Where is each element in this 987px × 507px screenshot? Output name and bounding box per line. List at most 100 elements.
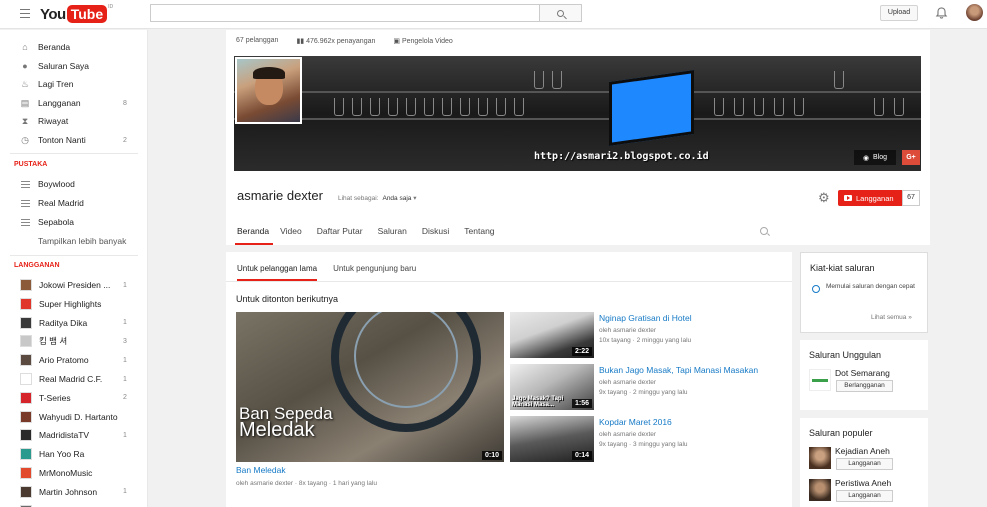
account-avatar[interactable] (966, 4, 983, 21)
video-manager-link[interactable]: ▣ Pengelola Video (393, 37, 452, 45)
video-title[interactable]: Nginap Gratisan di Hotel (599, 313, 692, 323)
sidebar-subscription-item[interactable]: Mo Vlogs (0, 502, 147, 507)
subscription-label: Raditya Dika (39, 317, 88, 328)
views-stat: ▮▮ 476.962x penayangan (296, 38, 376, 45)
menu-icon[interactable] (20, 9, 30, 18)
youtube-play-icon (844, 195, 852, 201)
featured-video-thumbnail[interactable]: Ban Sepeda Meledak 0:10 (236, 312, 504, 462)
channel-name[interactable]: Peristiwa Aneh (835, 478, 891, 488)
subscribe-button[interactable]: Langganan (836, 490, 893, 502)
tab-beranda[interactable]: Beranda (235, 226, 274, 245)
card-title: Saluran populer (809, 428, 873, 438)
channel-avatar (20, 279, 32, 291)
sidebar-item-saluran-saya[interactable]: ● Saluran Saya (0, 57, 147, 75)
video-title[interactable]: Kopdar Maret 2016 (599, 417, 672, 427)
tip-item[interactable]: Memulai saluran dengan cepat (826, 283, 916, 291)
tab-returning-subscribers[interactable]: Untuk pelanggan lama (237, 264, 318, 281)
sidebar-item-riwayat[interactable]: ⧗ Riwayat (0, 112, 147, 130)
view-as-selector[interactable]: Lihat sebagai: Anda saja ▾ (338, 194, 416, 202)
sidebar-subscription-item[interactable]: Ario Pratomo 1 (0, 351, 147, 369)
see-all-link[interactable]: Lihat semua » (871, 314, 912, 321)
sidebar-item-playlist[interactable]: Real Madrid (0, 194, 147, 212)
video-thumbnail[interactable]: 0:14 (510, 416, 594, 462)
sidebar-subscription-item[interactable]: 킴 뱀 셔 3 (0, 332, 147, 350)
tab-diskusi[interactable]: Diskusi (422, 226, 457, 245)
tab-tentang[interactable]: Tentang (464, 226, 502, 245)
search-icon (557, 9, 564, 17)
channel-avatar (20, 467, 32, 479)
channel-logo[interactable] (809, 479, 831, 501)
pustaka-heading: PUSTAKA (14, 161, 48, 168)
blog-link[interactable]: ◉ Blog (854, 150, 896, 165)
subscribe-button[interactable]: Langganan (836, 458, 893, 470)
gear-icon[interactable]: ⚙ (818, 191, 831, 204)
channel-item[interactable]: Dot Semarang Berlangganan (809, 366, 924, 396)
hourglass-icon: ⧗ (21, 115, 29, 126)
bell-icon[interactable] (935, 6, 948, 20)
subscribe-button[interactable]: Langganan (838, 190, 902, 206)
sidebar-item-playlist[interactable]: Boywlood (0, 175, 147, 193)
audience-tabs: Untuk pelanggan lama Untuk pengunjung ba… (237, 264, 416, 281)
tab-daftar-putar[interactable]: Daftar Putar (317, 226, 371, 245)
subscribe-button[interactable]: Berlangganan (836, 380, 893, 392)
video-item[interactable]: 2:22 Nginap Gratisan di Hotel oleh asmar… (510, 312, 790, 360)
sidebar-subscription-item[interactable]: Raditya Dika 1 (0, 314, 147, 332)
sidebar-subscription-item[interactable]: MadridistaTV 1 (0, 426, 147, 444)
sidebar-subscription-item[interactable]: Han Yoo Ra (0, 445, 147, 463)
banner-screen (609, 70, 694, 146)
video-thumbnail[interactable]: 2:22 (510, 312, 594, 358)
channel-name[interactable]: Dot Semarang (835, 368, 890, 378)
popular-channels-card: Saluran populer Kejadian Aneh Langganan … (800, 418, 928, 507)
sidebar-item-playlist[interactable]: Sepabola (0, 213, 147, 231)
channel-logo[interactable] (809, 369, 831, 391)
radio-icon[interactable] (812, 285, 820, 293)
channel-avatar[interactable] (235, 57, 302, 124)
sidebar-subscription-item[interactable]: Jokowi Presiden ... 1 (0, 276, 147, 294)
sidebar-subscription-item[interactable]: MrMonoMusic (0, 464, 147, 482)
channel-header: 67 pelanggan ▮▮ 476.962x penayangan ▣ Pe… (226, 30, 930, 245)
sidebar-subscription-item[interactable]: T-Series 2 (0, 389, 147, 407)
show-more-link[interactable]: Tampilkan lebih banyak (0, 232, 147, 250)
channel-name[interactable]: Kejadian Aneh (835, 446, 890, 456)
sidebar-item-beranda[interactable]: ⌂ Beranda (0, 38, 147, 56)
channel-stats: 67 pelanggan ▮▮ 476.962x penayangan ▣ Pe… (236, 37, 453, 45)
sidebar-subscription-item[interactable]: Super Highlights (0, 295, 147, 313)
featured-video-title[interactable]: Ban Meledak (236, 465, 286, 475)
sidebar-subscription-item[interactable]: Martin Johnson 1 (0, 483, 147, 501)
sidebar-subscription-item[interactable]: Real Madrid C.F. 1 (0, 370, 147, 388)
sidebar-item-langganan[interactable]: ▤ Langganan 8 (0, 94, 147, 112)
tab-saluran[interactable]: Saluran (378, 226, 415, 245)
subscription-label: Jokowi Presiden ... (39, 280, 111, 290)
search-input[interactable] (150, 4, 540, 22)
video-item[interactable]: Jago Masak? Tapi Manasi Masa... 1:56 Buk… (510, 364, 790, 412)
tab-video[interactable]: Video (280, 226, 310, 245)
channel-avatar (20, 354, 32, 367)
video-item[interactable]: 0:14 Kopdar Maret 2016 oleh asmarie dext… (510, 416, 790, 464)
video-uploader: oleh asmarie dexter (599, 379, 657, 386)
sidebar-item-lagi-tren[interactable]: ♨ Lagi Tren (0, 75, 147, 93)
channel-logo[interactable] (809, 447, 831, 469)
subscriber-stat: 67 pelanggan (236, 37, 279, 44)
channel-search-icon[interactable] (760, 227, 768, 235)
card-title: Saluran Unggulan (809, 350, 882, 360)
upload-button[interactable]: Upload (880, 5, 918, 21)
channel-name[interactable]: asmarie dexter (237, 188, 323, 203)
playlist-icon (20, 217, 30, 227)
unread-count: 1 (123, 356, 127, 364)
google-plus-link[interactable]: G+ (902, 150, 920, 165)
video-thumbnail[interactable]: Jago Masak? Tapi Manasi Masa... 1:56 (510, 364, 594, 410)
subscription-label: Ario Pratomo (39, 355, 89, 366)
tab-new-visitors[interactable]: Untuk pengunjung baru (333, 264, 416, 281)
channel-item[interactable]: Peristiwa Aneh Langganan (809, 476, 924, 506)
channel-item[interactable]: Kejadian Aneh Langganan (809, 444, 924, 474)
divider (226, 281, 792, 282)
sidebar-item-tonton-nanti[interactable]: ◷ Tonton Nanti 2 (0, 131, 147, 149)
youtube-logo[interactable]: You Tube ID (40, 4, 113, 24)
search-button[interactable] (539, 4, 582, 22)
video-title[interactable]: Bukan Jago Masak, Tapi Manasi Masakan (599, 365, 758, 375)
subscription-label: Wahyudi D. Hartanto (39, 411, 118, 422)
sidebar-subscription-item[interactable]: Wahyudi D. Hartanto (0, 408, 147, 426)
channel-avatar (20, 429, 32, 442)
home-icon: ⌂ (22, 42, 28, 52)
video-duration: 0:14 (571, 451, 592, 460)
